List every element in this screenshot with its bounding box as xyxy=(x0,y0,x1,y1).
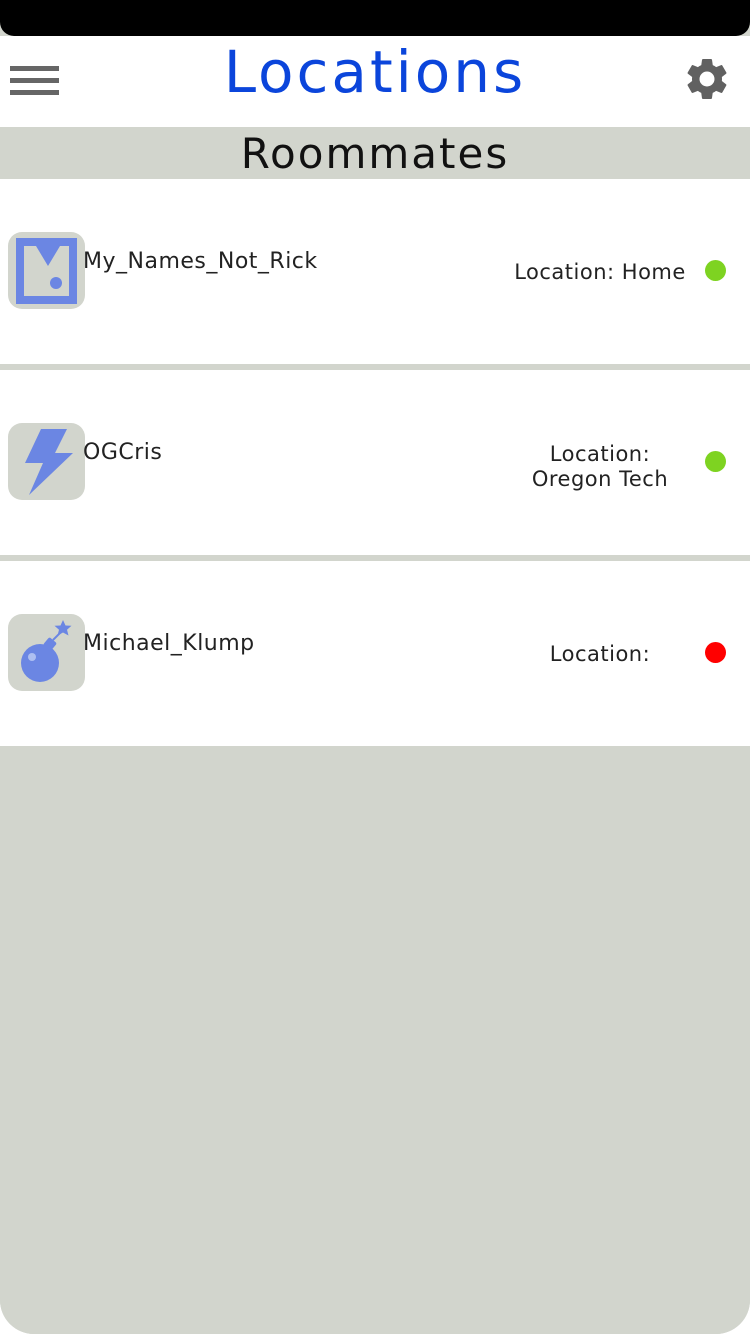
avatar xyxy=(8,423,85,500)
gear-icon xyxy=(687,58,727,99)
app-screen: Locations Roommates My_Names_Not_Rick Lo… xyxy=(0,0,750,1334)
section-header: Roommates xyxy=(0,127,750,179)
status-indicator xyxy=(705,260,726,281)
empty-area xyxy=(0,746,750,1334)
page-title: Locations xyxy=(223,38,527,106)
status-indicator xyxy=(705,451,726,472)
location-value: Oregon Tech xyxy=(531,467,669,491)
app-header: Locations xyxy=(0,36,750,127)
roommate-username: Michael_Klump xyxy=(83,631,255,656)
roommate-row[interactable]: My_Names_Not_Rick Location: Home xyxy=(0,179,750,370)
roommate-username: OGCris xyxy=(83,440,163,465)
roommate-location: Location: Home xyxy=(514,260,686,284)
roommate-location: Location: xyxy=(549,642,651,666)
roommate-row[interactable]: OGCris Location: Oregon Tech xyxy=(0,370,750,561)
section-title: Roommates xyxy=(240,129,510,178)
status-indicator xyxy=(705,642,726,663)
lightning-bolt-icon xyxy=(24,428,73,495)
settings-button[interactable] xyxy=(682,54,732,104)
bomb-icon xyxy=(20,619,71,682)
roommate-row[interactable]: Michael_Klump Location: xyxy=(0,561,750,746)
roommate-location: Location: Oregon Tech xyxy=(500,442,700,492)
status-bar xyxy=(0,0,750,36)
roommate-username: My_Names_Not_Rick xyxy=(83,249,318,274)
avatar xyxy=(8,614,85,691)
roommate-list: My_Names_Not_Rick Location: Home OGCris … xyxy=(0,179,750,1334)
location-label: Location: xyxy=(549,442,651,466)
picture-frame-icon xyxy=(16,237,77,304)
avatar xyxy=(8,232,85,309)
